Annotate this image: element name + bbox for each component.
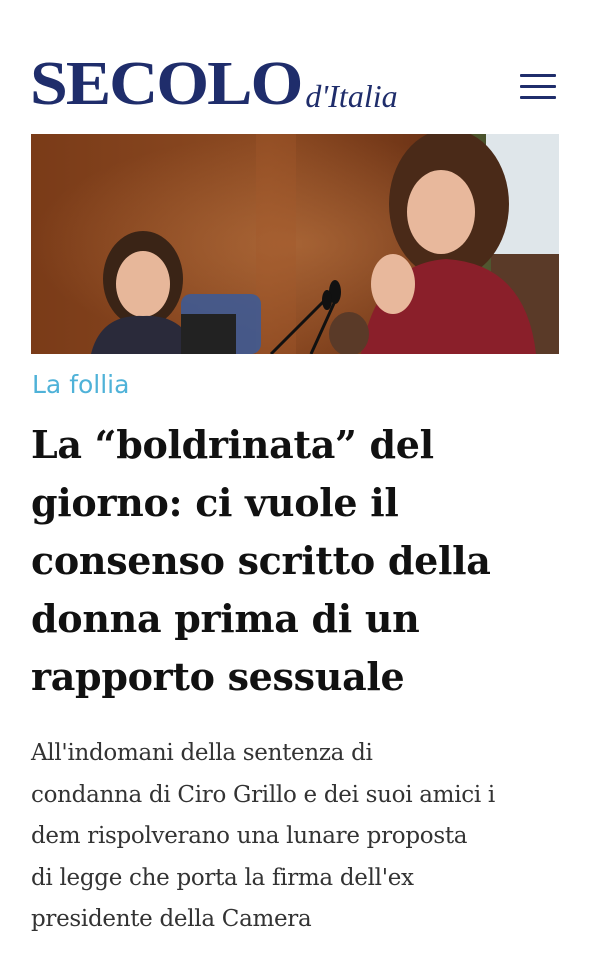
article-hero-image[interactable]	[31, 134, 559, 354]
hero-photo-illustration	[31, 134, 559, 354]
headline-line: donna prima di un	[31, 596, 420, 641]
headline-line: rapporto sessuale	[31, 654, 405, 699]
article-category-link[interactable]: La follia	[32, 368, 129, 402]
site-header: SECOLO d'Italia	[0, 0, 591, 130]
headline-line: consenso scritto della	[31, 538, 491, 583]
logo-wordmark: SECOLO	[30, 47, 303, 118]
article-summary: All'indomani della sentenza di condanna …	[31, 733, 576, 941]
article-headline[interactable]: La “boldrinata” del giorno: ci vuole il …	[31, 416, 571, 706]
site-logo[interactable]: SECOLO d'Italia	[30, 46, 398, 114]
summary-line: di legge che porta la firma dell'ex	[31, 864, 414, 891]
headline-line: La “boldrinata” del	[31, 422, 434, 467]
menu-bar-bottom	[520, 96, 556, 99]
menu-bar-top	[520, 74, 556, 77]
headline-line: giorno: ci vuole il	[31, 480, 399, 525]
hamburger-menu-icon[interactable]	[520, 74, 556, 100]
logo-subtitle: d'Italia	[305, 78, 398, 114]
summary-line: condanna di Ciro Grillo e dei suoi amici…	[31, 781, 495, 808]
menu-bar-middle	[520, 85, 556, 88]
summary-line: dem rispolverano una lunare proposta	[31, 823, 468, 849]
summary-line: presidente della Camera	[31, 906, 312, 932]
summary-line: All'indomani della sentenza di	[31, 740, 373, 766]
